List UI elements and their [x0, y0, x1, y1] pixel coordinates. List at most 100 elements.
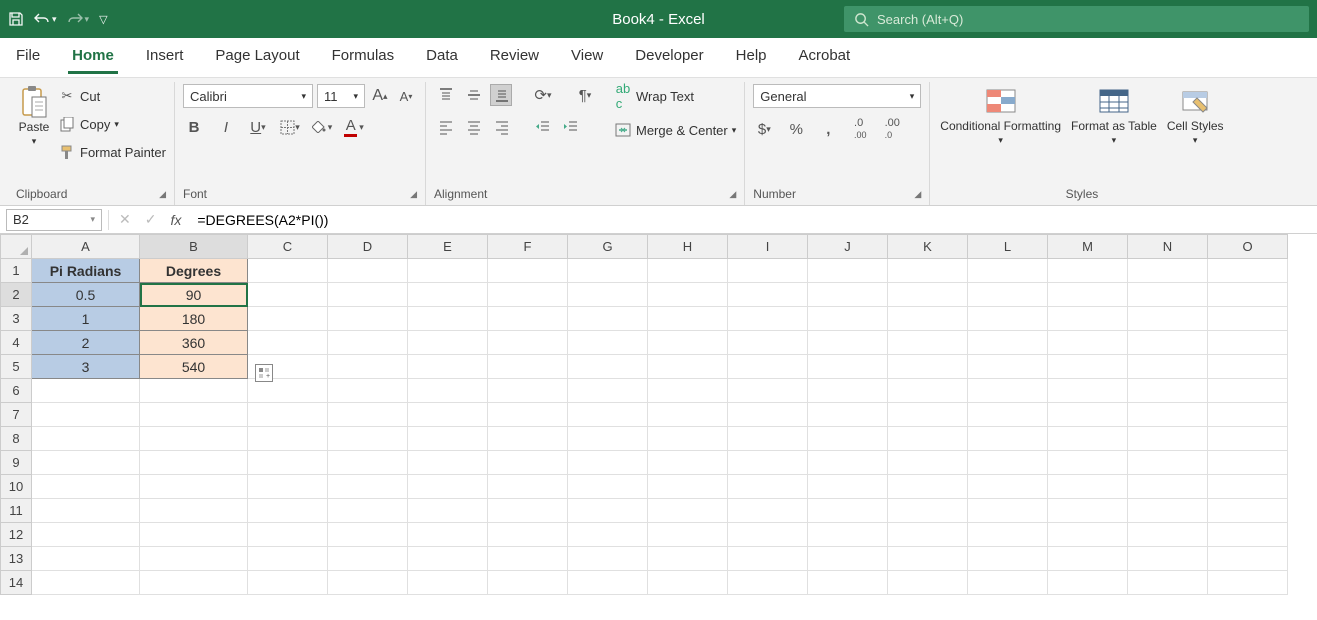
- cell[interactable]: [328, 523, 408, 547]
- formula-input[interactable]: [191, 212, 1317, 228]
- cell[interactable]: [1208, 379, 1288, 403]
- column-header[interactable]: D: [328, 235, 408, 259]
- tab-developer[interactable]: Developer: [631, 41, 707, 74]
- cell[interactable]: [1048, 499, 1128, 523]
- tab-home[interactable]: Home: [68, 41, 118, 74]
- wrap-text-button[interactable]: abc Wrap Text: [614, 84, 736, 108]
- cell[interactable]: [408, 499, 488, 523]
- cell[interactable]: [408, 403, 488, 427]
- cell[interactable]: [1048, 523, 1128, 547]
- save-icon[interactable]: [8, 11, 24, 27]
- cell[interactable]: [248, 499, 328, 523]
- cell[interactable]: [648, 523, 728, 547]
- dialog-launcher-icon[interactable]: ◢: [914, 189, 921, 200]
- cell[interactable]: [648, 331, 728, 355]
- cell[interactable]: [568, 283, 648, 307]
- cell[interactable]: [1048, 379, 1128, 403]
- column-header[interactable]: A: [32, 235, 140, 259]
- cell[interactable]: [1208, 403, 1288, 427]
- row-header[interactable]: 12: [1, 523, 32, 547]
- decrease-font-icon[interactable]: A▾: [395, 85, 417, 107]
- align-center-icon[interactable]: [462, 116, 484, 138]
- cell[interactable]: [1128, 427, 1208, 451]
- cell[interactable]: [328, 283, 408, 307]
- cell[interactable]: [648, 283, 728, 307]
- column-header[interactable]: M: [1048, 235, 1128, 259]
- cell[interactable]: [32, 379, 140, 403]
- cell[interactable]: [488, 307, 568, 331]
- cell[interactable]: [648, 427, 728, 451]
- row-header[interactable]: 2: [1, 283, 32, 307]
- cell[interactable]: [488, 499, 568, 523]
- cell[interactable]: [1128, 331, 1208, 355]
- cell[interactable]: [488, 571, 568, 595]
- cell[interactable]: [1128, 379, 1208, 403]
- align-right-icon[interactable]: [490, 116, 512, 138]
- cell[interactable]: [488, 283, 568, 307]
- cell[interactable]: [968, 379, 1048, 403]
- cell[interactable]: [1128, 451, 1208, 475]
- underline-button[interactable]: U ▾: [247, 116, 269, 138]
- cell[interactable]: [648, 499, 728, 523]
- autofill-options-icon[interactable]: +: [255, 364, 273, 382]
- dialog-launcher-icon[interactable]: ◢: [159, 189, 166, 200]
- cell[interactable]: [968, 499, 1048, 523]
- conditional-formatting-button[interactable]: Conditional Formatting▾: [938, 84, 1063, 148]
- cancel-formula-icon[interactable]: ✕: [119, 211, 131, 228]
- cell[interactable]: [968, 547, 1048, 571]
- cell[interactable]: [968, 403, 1048, 427]
- tab-page-layout[interactable]: Page Layout: [211, 41, 303, 74]
- cut-button[interactable]: ✂ Cut: [58, 84, 166, 108]
- borders-button[interactable]: ▾: [279, 116, 301, 138]
- cell[interactable]: [1128, 259, 1208, 283]
- cell[interactable]: [1048, 331, 1128, 355]
- cell[interactable]: [140, 475, 248, 499]
- comma-style-button[interactable]: ,: [817, 118, 839, 140]
- cell[interactable]: [1048, 355, 1128, 379]
- tab-acrobat[interactable]: Acrobat: [795, 41, 855, 74]
- cell[interactable]: [728, 307, 808, 331]
- cell[interactable]: [728, 403, 808, 427]
- cell[interactable]: [568, 259, 648, 283]
- cell[interactable]: [568, 379, 648, 403]
- cell[interactable]: [1208, 331, 1288, 355]
- cell[interactable]: [140, 403, 248, 427]
- cell[interactable]: [968, 427, 1048, 451]
- align-bottom-icon[interactable]: [490, 84, 512, 106]
- accounting-format-button[interactable]: $ ▾: [753, 118, 775, 140]
- dialog-launcher-icon[interactable]: ◢: [410, 189, 417, 200]
- cell[interactable]: [248, 475, 328, 499]
- cell[interactable]: [968, 307, 1048, 331]
- cell[interactable]: [888, 283, 968, 307]
- cell[interactable]: [248, 547, 328, 571]
- orientation-button[interactable]: ⟳▾: [532, 84, 554, 106]
- cell[interactable]: [248, 283, 328, 307]
- cell[interactable]: [808, 451, 888, 475]
- cell[interactable]: [808, 259, 888, 283]
- cell[interactable]: [248, 403, 328, 427]
- cell[interactable]: [1208, 547, 1288, 571]
- cell[interactable]: [968, 283, 1048, 307]
- cell[interactable]: 1: [32, 307, 140, 331]
- cell[interactable]: [248, 331, 328, 355]
- cell[interactable]: [568, 403, 648, 427]
- tab-file[interactable]: File: [12, 41, 44, 74]
- cell[interactable]: [32, 571, 140, 595]
- merge-center-button[interactable]: Merge & Center ▾: [614, 118, 736, 142]
- cell[interactable]: [1208, 571, 1288, 595]
- cell[interactable]: [568, 547, 648, 571]
- cell[interactable]: [248, 571, 328, 595]
- redo-button[interactable]: ▾: [67, 12, 90, 26]
- row-header[interactable]: 1: [1, 259, 32, 283]
- cell[interactable]: Pi Radians: [32, 259, 140, 283]
- cell[interactable]: 360: [140, 331, 248, 355]
- cell[interactable]: [1208, 307, 1288, 331]
- cell[interactable]: 2: [32, 331, 140, 355]
- search-box[interactable]: [844, 6, 1309, 32]
- row-header[interactable]: 14: [1, 571, 32, 595]
- cell[interactable]: [488, 427, 568, 451]
- cell[interactable]: [328, 451, 408, 475]
- cell[interactable]: [1128, 475, 1208, 499]
- cell[interactable]: [1208, 355, 1288, 379]
- cell[interactable]: [888, 499, 968, 523]
